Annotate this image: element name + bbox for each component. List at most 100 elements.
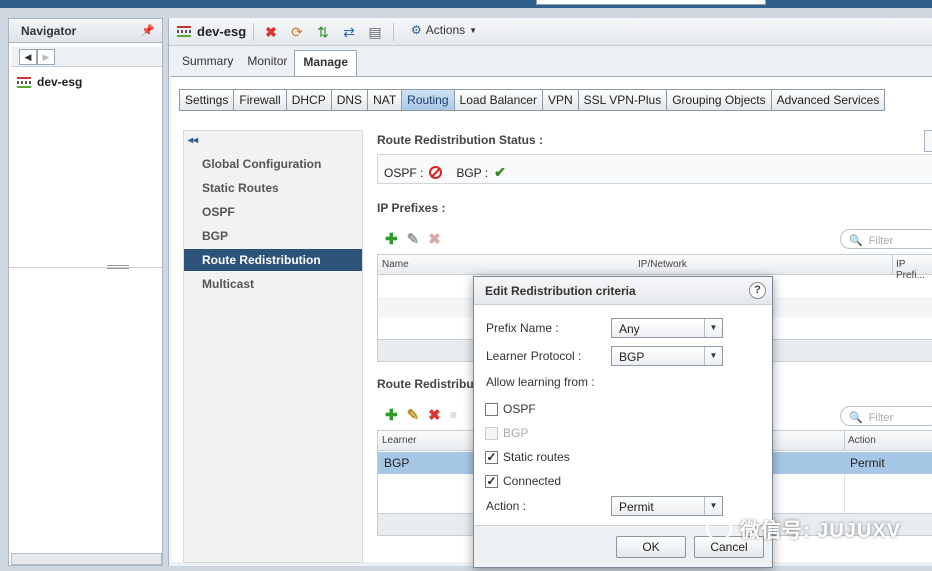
ospf-checkbox[interactable] (485, 403, 498, 416)
tab-settings[interactable]: Settings (179, 89, 235, 111)
edge-gateway-icon (177, 26, 191, 37)
tab-monitor[interactable]: Monitor (240, 50, 294, 76)
learner-protocol-select[interactable]: BGP ▼ (611, 346, 723, 366)
redistribution-toolbar: ✚ ✎ ✖ ≡ (385, 406, 457, 424)
section-tab-bar: Settings Firewall DHCP DNS NAT Routing L… (179, 89, 886, 111)
column-divider (844, 431, 845, 451)
connected-checkbox[interactable]: ✓ (485, 475, 498, 488)
delete-icon[interactable]: ✖ (428, 406, 441, 424)
ip-prefixes-title: IP Prefixes : (377, 201, 446, 215)
navigator-history-bar: ◀ ▶ (11, 47, 162, 67)
connected-checkbox-label: Connected (503, 474, 562, 488)
filter-placeholder: Filter (868, 411, 894, 424)
edit-icon[interactable]: ✎ (407, 406, 420, 424)
ip-prefixes-filter[interactable]: 🔍 Filter (840, 229, 932, 249)
tab-ssl-vpn-plus[interactable]: SSL VPN-Plus (577, 89, 668, 111)
tab-load-balancer[interactable]: Load Balancer (453, 89, 543, 111)
menu-item-static-routes[interactable]: Static Routes (184, 177, 362, 199)
redistribution-status-title: Route Redistribution Status : (377, 133, 543, 147)
forward-icon[interactable]: ▶ (37, 49, 55, 65)
chevron-down-icon: ▼ (469, 25, 478, 35)
chevron-down-icon: ▼ (704, 319, 722, 337)
navigator-title: Navigator (21, 24, 77, 38)
ospf-status-label: OSPF : (384, 165, 424, 180)
tab-dhcp[interactable]: DHCP (285, 89, 332, 111)
column-ip-prefix[interactable]: IP Prefi... (896, 259, 932, 281)
menu-item-ospf[interactable]: OSPF (184, 201, 362, 223)
pin-icon[interactable]: 📌 (141, 24, 155, 37)
tab-firewall[interactable]: Firewall (233, 89, 287, 111)
migrate-icon[interactable]: ⇅ (315, 24, 331, 40)
delete-icon[interactable]: ✖ (263, 24, 279, 40)
row-learner: BGP (384, 456, 410, 470)
collapse-menu-icon[interactable]: ◂◂ (188, 135, 198, 146)
tab-advanced-services[interactable]: Advanced Services (770, 89, 886, 111)
tab-summary[interactable]: Summary (175, 50, 240, 76)
static-routes-checkbox-label: Static routes (503, 450, 570, 464)
redistribution-filter[interactable]: 🔍 Filter (840, 406, 932, 426)
checkmark-icon: ✔ (494, 164, 506, 180)
navigator-tree-item[interactable]: dev-esg (17, 75, 82, 89)
bgp-checkbox[interactable] (485, 427, 498, 440)
column-action[interactable]: Action (848, 435, 876, 446)
tab-dns[interactable]: DNS (330, 89, 369, 111)
actions-label: Actions (425, 23, 466, 37)
object-name: dev-esg (197, 24, 247, 39)
bgp-status-label: BGP : (456, 165, 489, 180)
gear-icon: ⚙ (411, 23, 422, 37)
watermark: 微信号: JUJUXV (706, 514, 901, 543)
prefix-name-select[interactable]: Any ▼ (611, 318, 723, 338)
toolbar-separator (393, 23, 394, 41)
navigator-header: Navigator (9, 19, 162, 43)
delete-icon[interactable]: ✖ (428, 230, 441, 248)
grid-header: Name IP/Network IP Prefi... (378, 255, 932, 281)
learner-protocol-label: Learner Protocol : (486, 349, 582, 363)
column-divider (844, 474, 845, 514)
edit-status-button[interactable] (924, 130, 932, 152)
search-icon: 🔍 (849, 235, 863, 247)
learner-protocol-value: BGP (619, 350, 645, 364)
add-icon[interactable]: ✚ (385, 230, 398, 248)
help-icon[interactable]: ? (749, 282, 766, 299)
column-ip-network[interactable]: IP/Network (638, 259, 687, 270)
tab-vpn[interactable]: VPN (541, 89, 579, 111)
chevron-down-icon: ▼ (704, 347, 722, 365)
tab-routing[interactable]: Routing (401, 89, 455, 111)
ok-button[interactable]: OK (616, 536, 686, 558)
splitter-grip[interactable] (107, 265, 129, 269)
sync-icon[interactable]: ⇄ (341, 24, 357, 40)
prefix-name-label: Prefix Name : (486, 321, 559, 335)
prefix-name-value: Any (619, 322, 640, 336)
dialog-title: Edit Redistribution criteria (485, 284, 636, 298)
bgp-checkbox-label: BGP (503, 426, 529, 440)
chevron-down-icon: ▼ (704, 497, 722, 515)
actions-menu[interactable]: ⚙ Actions ▼ (411, 23, 477, 37)
global-search-field[interactable] (536, 0, 766, 5)
navigator-tree-label: dev-esg (37, 75, 83, 89)
tab-grouping-objects[interactable]: Grouping Objects (666, 89, 772, 111)
tab-nat[interactable]: NAT (367, 89, 403, 111)
notes-icon[interactable]: ▤ (367, 24, 383, 40)
column-learner[interactable]: Learner (382, 435, 416, 446)
edit-icon[interactable]: ✎ (407, 230, 420, 248)
menu-item-route-redistribution[interactable]: Route Redistribution (184, 249, 362, 271)
column-divider (892, 255, 893, 275)
action-select[interactable]: Permit ▼ (611, 496, 723, 516)
reorder-icon[interactable]: ≡ (450, 408, 457, 422)
ip-prefixes-toolbar: ✚ ✎ ✖ (385, 230, 441, 248)
action-label: Action : (486, 499, 527, 513)
add-icon[interactable]: ✚ (385, 406, 398, 424)
column-name[interactable]: Name (382, 259, 409, 270)
back-icon[interactable]: ◀ (19, 49, 37, 65)
search-icon: 🔍 (849, 412, 863, 424)
edge-gateway-icon (17, 76, 31, 88)
menu-item-global-configuration[interactable]: Global Configuration (184, 153, 362, 175)
tab-manage[interactable]: Manage (294, 50, 358, 76)
menu-item-multicast[interactable]: Multicast (184, 273, 362, 295)
routing-menu: ◂◂ Global Configuration Static Routes OS… (183, 130, 363, 563)
refresh-icon[interactable]: ⟳ (289, 24, 305, 40)
filter-placeholder: Filter (868, 234, 894, 247)
navigator-horizontal-scrollbar[interactable] (11, 553, 162, 565)
menu-item-bgp[interactable]: BGP (184, 225, 362, 247)
static-routes-checkbox[interactable]: ✓ (485, 451, 498, 464)
